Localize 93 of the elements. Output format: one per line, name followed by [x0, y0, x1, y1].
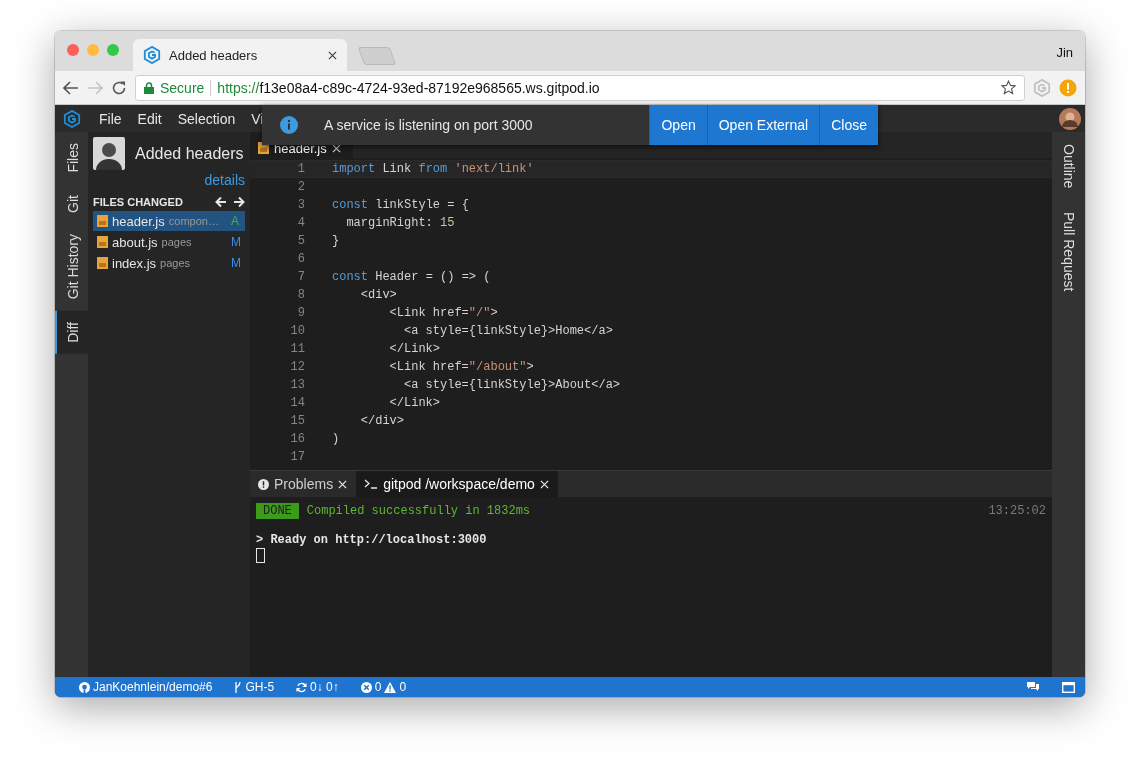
code-line: <a style={linkStyle}>Home</a> — [403, 324, 613, 338]
line-number: 9 — [296, 306, 305, 320]
line-number: 12 — [289, 360, 305, 374]
line-number: 6 — [296, 252, 305, 266]
menu-item[interactable]: Selection — [169, 110, 244, 127]
line-number: 2 — [296, 180, 305, 194]
notification-message: A service is listening on port 3000 — [323, 117, 534, 133]
line-number: 17 — [289, 450, 305, 464]
file-status: M — [231, 235, 241, 249]
profile-name[interactable]: Jin — [1056, 45, 1073, 60]
menu-item[interactable]: File — [91, 110, 130, 127]
file-status: M — [231, 256, 241, 270]
menu-item[interactable]: Edit — [129, 110, 170, 127]
code-line: const Header = () => ( — [332, 270, 491, 284]
line-number: 15 — [289, 414, 305, 428]
github-icon — [79, 681, 90, 693]
error-icon — [360, 681, 372, 693]
code-line: } — [332, 234, 340, 248]
browser-tab[interactable]: Added headers — [133, 39, 347, 71]
js-file-icon — [97, 257, 108, 269]
js-file-icon — [97, 215, 108, 227]
terminal-output: > Ready on http://localhost:3000 — [256, 533, 488, 547]
code-line: import Link from 'next/link' — [332, 162, 534, 176]
address-bar[interactable]: Secure https://f13e08a4-c89c-4724-93ed-87192e968565.ws.gitpod.io — [135, 74, 1025, 101]
side-tab[interactable]: Pull Request — [1052, 200, 1085, 304]
changed-file[interactable]: header.js compon… A — [93, 211, 245, 231]
close-icon[interactable] — [328, 50, 337, 60]
code-line: </div> — [359, 414, 404, 428]
warning-icon — [384, 681, 397, 693]
details-link[interactable]: details — [93, 172, 245, 188]
section-header: FILES CHANGED — [93, 196, 184, 208]
chat-icon[interactable] — [1026, 681, 1040, 693]
arrow-left-icon[interactable] — [215, 196, 227, 208]
code-line: const linkStyle = { — [332, 198, 469, 212]
code-line: <div> — [359, 288, 397, 302]
changed-file[interactable]: index.js pages M — [93, 253, 245, 273]
activity-tab[interactable]: Git History — [55, 223, 88, 311]
file-status: A — [231, 214, 240, 228]
js-file-icon — [97, 236, 108, 248]
code-line: <Link href="/about"> — [388, 360, 534, 374]
problems-item[interactable]: 0 0 — [360, 680, 407, 694]
branch-icon — [234, 681, 243, 693]
activity-tab[interactable]: Git — [55, 183, 88, 224]
code-line: </Link> — [388, 396, 441, 410]
line-number: 16 — [289, 432, 305, 446]
line-number: 11 — [289, 342, 305, 356]
code-line: <a style={linkStyle}>About</a> — [403, 378, 621, 392]
line-number: 5 — [296, 234, 305, 248]
reload-icon[interactable] — [111, 79, 127, 96]
activity-tab[interactable]: Diff — [55, 310, 88, 354]
line-number: 1 — [296, 162, 305, 176]
line-number: 7 — [296, 270, 305, 284]
arrow-right-icon[interactable] — [233, 196, 245, 208]
line-number: 3 — [296, 198, 305, 212]
panel-toggle-icon[interactable] — [1062, 681, 1075, 693]
line-number: 10 — [289, 324, 305, 338]
line-number: 13 — [289, 378, 305, 392]
sync-icon — [296, 681, 308, 693]
activity-tab[interactable]: Files — [55, 132, 88, 184]
code-line: </Link> — [388, 342, 441, 356]
url-text: https://f13e08a4-c89c-4724-93ed-87192e968565.ws.gitpod.io — [217, 79, 600, 96]
sync-item[interactable]: 0↓ 0↑ — [296, 680, 339, 694]
terminal-cursor — [256, 548, 265, 563]
notification-button[interactable]: Open — [649, 105, 707, 145]
commit-title: Added headers — [135, 144, 244, 163]
code-line: ) — [332, 432, 340, 446]
alert-icon — [258, 478, 269, 490]
star-icon[interactable] — [1001, 80, 1016, 95]
timestamp: 13:25:02 — [988, 504, 1046, 518]
code-line: marginRight: 15 — [345, 216, 455, 230]
info-icon — [280, 116, 298, 134]
done-badge: DONE — [256, 503, 299, 519]
terminal-icon — [364, 479, 379, 489]
js-file-icon — [258, 142, 269, 154]
gitpod-logo-icon — [143, 46, 161, 64]
secure-label: Secure — [160, 79, 205, 96]
notification-button[interactable]: Open External — [706, 105, 820, 145]
notification-button[interactable]: Close — [819, 105, 878, 145]
code-line: <Link href="/"> — [388, 306, 498, 320]
line-number: 4 — [296, 216, 305, 230]
back-icon[interactable] — [63, 80, 79, 95]
side-tab[interactable]: Outline — [1052, 132, 1085, 201]
lock-icon — [144, 81, 154, 94]
compile-message: Compiled successfully in 1832ms — [306, 504, 532, 518]
avatar-icon[interactable] — [1059, 108, 1081, 130]
gitpod-logo-icon — [63, 109, 81, 128]
panel-tab[interactable]: gitpod /workspace/demo — [356, 471, 558, 497]
changed-file[interactable]: about.js pages M — [93, 232, 245, 252]
branch-item[interactable]: GH-5 — [234, 680, 275, 694]
repo-item[interactable]: JanKoehnlein/demo#6 — [79, 680, 213, 694]
avatar-icon — [93, 137, 125, 170]
line-number: 8 — [296, 288, 305, 302]
line-number: 14 — [289, 396, 305, 410]
